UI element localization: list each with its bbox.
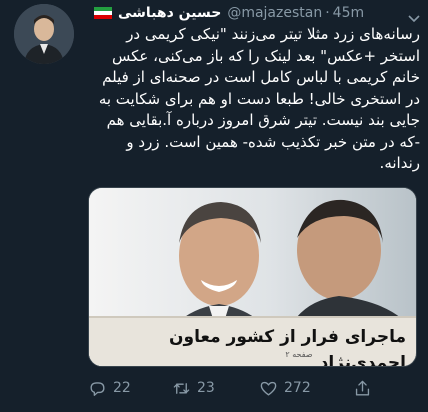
tweet[interactable]: حسین دهباشی @majazestan · 45m رسانه‌های …	[0, 0, 428, 412]
tweet-text: رسانه‌های زرد مثلا تیتر می‌زنند "نیکی کر…	[98, 25, 420, 172]
separator-dot: ·	[325, 5, 330, 21]
author-name[interactable]: حسین دهباشی	[118, 5, 221, 21]
iran-flag-icon	[94, 7, 112, 19]
retweet-icon	[173, 382, 190, 394]
retweet-button[interactable]: 23	[172, 374, 215, 402]
tweet-media[interactable]: ماجرای فرار از کشور معاون احمدی‌نژاد صفح…	[88, 187, 417, 367]
avatar-image	[14, 4, 74, 64]
chevron-down-icon[interactable]	[408, 8, 420, 23]
author-handle[interactable]: @majazestan	[227, 5, 322, 21]
tweet-header: حسین دهباشی @majazestan · 45m	[94, 2, 420, 24]
tweet-time[interactable]: 45m	[333, 5, 364, 21]
share-button[interactable]	[353, 374, 372, 402]
tweet-actions: 22 23 272	[88, 374, 418, 402]
reply-count: 22	[113, 380, 131, 396]
reply-icon	[90, 381, 105, 396]
like-button[interactable]: 272	[259, 374, 311, 402]
share-icon	[355, 380, 370, 396]
reply-button[interactable]: 22	[88, 374, 131, 402]
heart-icon	[260, 381, 277, 396]
avatar[interactable]	[14, 4, 74, 64]
retweet-count: 23	[197, 380, 215, 396]
like-count: 272	[284, 380, 311, 396]
media-headline: ماجرای فرار از کشور معاون احمدی‌نژاد	[169, 327, 406, 367]
media-page-note: صفحه ۲	[285, 350, 313, 359]
